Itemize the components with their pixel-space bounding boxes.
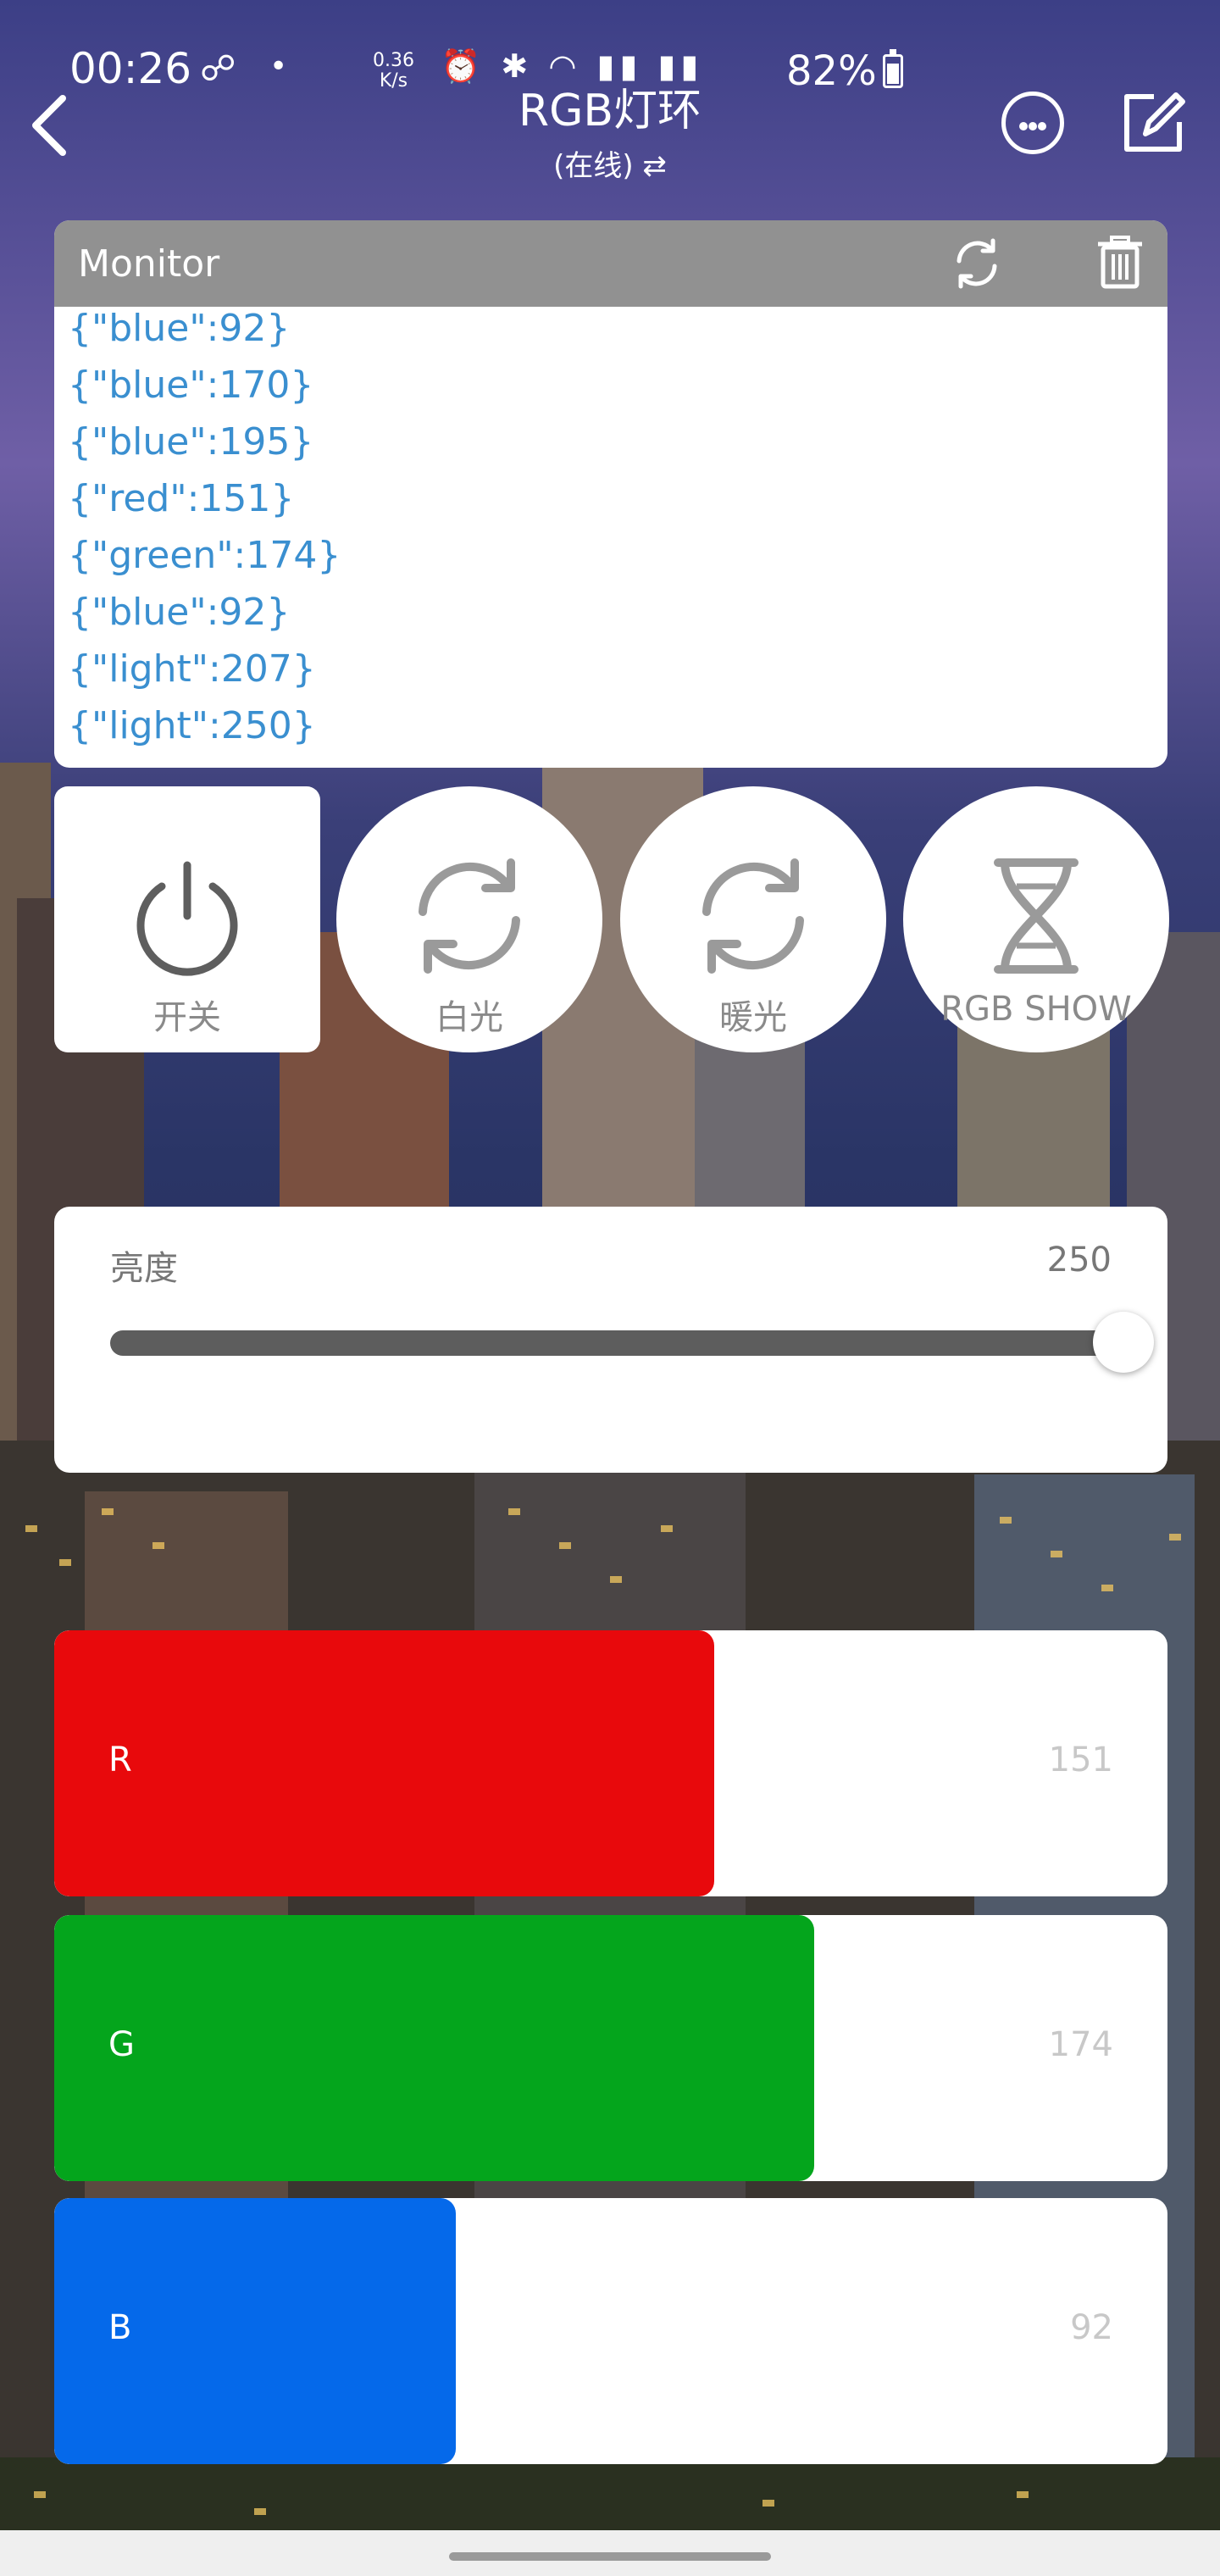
more-dots-icon <box>1019 122 1028 130</box>
more-button[interactable] <box>1001 92 1064 154</box>
red-slider[interactable]: R 151 <box>54 1630 1167 1896</box>
log-line: {"red":151} <box>68 477 295 520</box>
edit-icon <box>1124 92 1185 152</box>
brightness-slider[interactable] <box>110 1312 1155 1373</box>
power-icon <box>136 861 238 976</box>
green-label: G <box>108 2025 135 2064</box>
blue-value: 92 <box>1070 2308 1113 2347</box>
log-line: {"blue":92} <box>68 307 291 350</box>
white-light-button[interactable]: 白光 <box>336 786 602 1052</box>
trash-icon[interactable] <box>1096 236 1144 290</box>
refresh-icon <box>419 858 520 974</box>
edit-button[interactable] <box>1120 90 1186 156</box>
blue-label: B <box>108 2308 132 2347</box>
monitor-title: Monitor <box>78 242 220 286</box>
brightness-value: 250 <box>1046 1241 1112 1280</box>
home-gesture-handle[interactable] <box>449 2552 771 2561</box>
green-slider[interactable]: G 174 <box>54 1915 1167 2181</box>
warm-light-button[interactable]: 暖光 <box>620 786 886 1052</box>
rgb-show-label: RGB SHOW <box>940 990 1132 1029</box>
log-line: {"light":250} <box>68 704 316 747</box>
warm-light-label: 暖光 <box>719 998 787 1037</box>
white-light-label: 白光 <box>435 998 503 1037</box>
red-value: 151 <box>1048 1740 1113 1779</box>
monitor-header: Monitor <box>54 220 1167 307</box>
red-label: R <box>108 1740 132 1779</box>
brightness-slider-knob[interactable] <box>1093 1312 1155 1373</box>
rgb-show-button[interactable]: RGB SHOW <box>903 786 1169 1052</box>
monitor-panel: Monitor {"blue":92} {"blue":170} {"blue"… <box>54 220 1167 768</box>
log-line: {"green":174} <box>68 534 341 577</box>
brightness-label: 亮度 <box>110 1249 178 1288</box>
log-line: {"light":207} <box>68 647 316 691</box>
power-button[interactable]: 开关 <box>54 786 320 1052</box>
red-slider-fill <box>54 1630 715 1896</box>
refresh-icon[interactable] <box>951 237 1003 290</box>
green-slider-fill <box>54 1915 815 2181</box>
green-value: 174 <box>1048 2025 1113 2064</box>
log-line: {"blue":195} <box>68 420 314 464</box>
blue-slider[interactable]: B 92 <box>54 2198 1167 2464</box>
dna-icon <box>994 858 1079 974</box>
navigation-bar <box>0 2530 1220 2576</box>
refresh-icon <box>702 858 804 974</box>
log-line: {"blue":92} <box>68 591 291 634</box>
log-line: {"blue":170} <box>68 364 314 407</box>
power-label: 开关 <box>153 998 221 1037</box>
brightness-card: 亮度 250 <box>54 1207 1167 1473</box>
monitor-log: {"blue":92} {"blue":170} {"blue":195} {"… <box>54 300 1167 754</box>
